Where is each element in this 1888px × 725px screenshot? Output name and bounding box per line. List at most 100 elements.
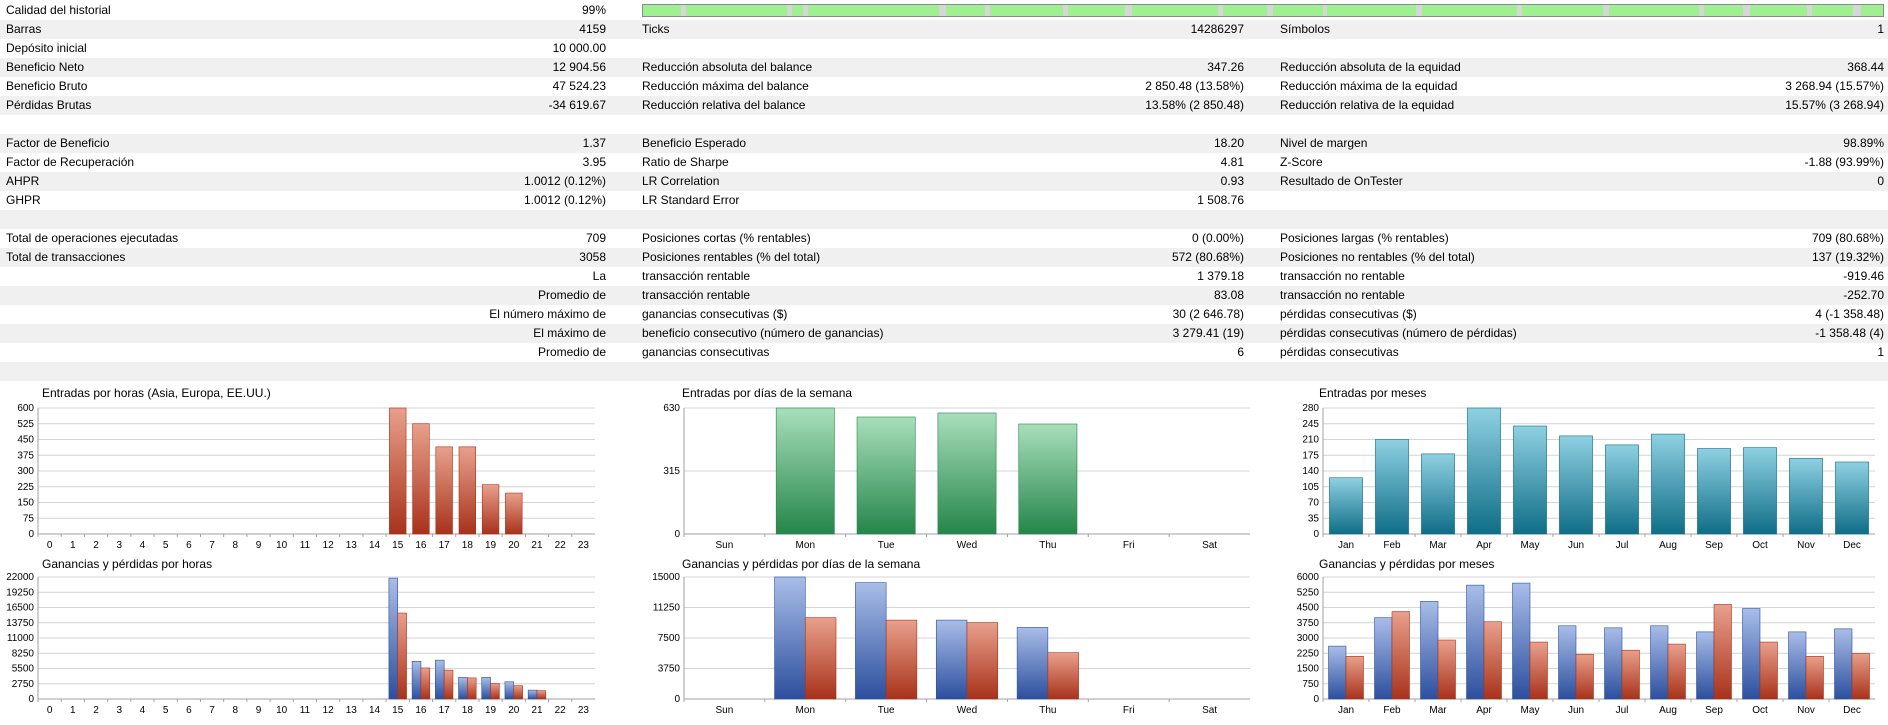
summary-value: 30 (2 646.78) xyxy=(1172,307,1244,321)
summary-value xyxy=(330,115,606,134)
y-tick-label: 245 xyxy=(1302,419,1319,430)
summary-row: AHPR 1.0012 (0.12%) LR Correlation 0.93 Resu… xyxy=(0,172,1888,191)
history-quality-bar xyxy=(642,4,1884,17)
y-tick-label: 0 xyxy=(674,529,680,540)
x-tick-label: 22 xyxy=(555,705,567,716)
chart-entries-by-month-plot: 0 35 70 105 140 175 210 245 280 Jan Feb Mar Apr May Ju… xyxy=(1302,403,1875,551)
y-tick-label: 3000 xyxy=(1297,633,1320,644)
bar xyxy=(1512,582,1531,700)
y-tick-label: 630 xyxy=(663,403,680,414)
summary-value: 1 379.18 xyxy=(1197,269,1244,283)
bar xyxy=(1466,584,1485,700)
x-tick-label: Apr xyxy=(1476,705,1492,716)
bar xyxy=(411,660,422,700)
x-tick-label: 9 xyxy=(256,705,262,716)
x-tick-label: May xyxy=(1521,540,1540,551)
bar xyxy=(1374,617,1393,700)
bar xyxy=(1835,461,1869,535)
summary-value: El máximo de xyxy=(533,326,606,340)
y-tick-label: 22000 xyxy=(6,572,34,583)
summary-value: 98.89% xyxy=(1843,136,1884,150)
bar xyxy=(1742,608,1761,700)
y-tick-label: 375 xyxy=(17,450,34,461)
summary-value: 0.93 xyxy=(1220,174,1244,188)
summary-row: El número máximo de ganancias consecutiva… xyxy=(0,305,1888,324)
summary-value: La xyxy=(592,269,606,283)
x-tick-label: 23 xyxy=(578,540,590,551)
summary-label: Total de operaciones ejecutadas xyxy=(6,231,179,245)
bar xyxy=(490,683,500,700)
bar xyxy=(1391,611,1410,700)
summary-value xyxy=(1640,39,1884,58)
x-tick-label: 1 xyxy=(70,705,76,716)
bar xyxy=(420,667,431,700)
summary-label: Reducción relativa de la equidad xyxy=(1280,98,1455,112)
history-quality-label: Calidad del historial xyxy=(6,3,111,17)
summary-label: Nivel de margen xyxy=(1280,136,1368,150)
chart-entries-by-weekday: Entradas por días de la semana 0 315 630 Su… xyxy=(640,386,1260,556)
summary-label: Ticks xyxy=(642,22,670,36)
x-tick-label: Sat xyxy=(1202,540,1217,551)
summary-label: LR Correlation xyxy=(642,174,720,188)
bar xyxy=(1651,433,1685,535)
x-tick-label: Fri xyxy=(1123,540,1135,551)
x-tick-label: Jun xyxy=(1568,540,1584,551)
x-tick-label: Tue xyxy=(878,705,895,716)
summary-row: Promedio de transacción rentable 83.08 tran… xyxy=(0,286,1888,305)
bar xyxy=(775,407,835,535)
y-tick-label: 750 xyxy=(1302,679,1319,690)
summary-value: 0 xyxy=(1877,174,1884,188)
bar xyxy=(1759,641,1778,700)
bar xyxy=(856,416,916,535)
summary-value: 3 268.94 (15.57%) xyxy=(1785,79,1884,93)
summary-label: Posiciones cortas (% rentables) xyxy=(642,231,811,245)
bar xyxy=(1851,652,1870,700)
summary-value xyxy=(1000,115,1244,134)
y-tick-label: 450 xyxy=(17,435,34,446)
x-tick-label: 14 xyxy=(369,540,381,551)
x-tick-label: Nov xyxy=(1797,540,1815,551)
summary-row xyxy=(0,210,1888,229)
summary-row: Barras 4159 Ticks 14286297 Símbolos 1 xyxy=(0,20,1888,39)
summary-row: GHPR 1.0012 (0.12%) LR Standard Error 1 508… xyxy=(0,191,1888,210)
summary-value: 347.26 xyxy=(1207,60,1244,74)
x-tick-label: Mon xyxy=(796,705,815,716)
summary-label: pérdidas consecutivas ($) xyxy=(1280,307,1417,321)
x-tick-label: Feb xyxy=(1383,540,1401,551)
summary-label: GHPR xyxy=(6,193,41,207)
x-tick-label: 18 xyxy=(462,705,474,716)
bar xyxy=(937,412,997,535)
bar xyxy=(1529,641,1548,700)
bar xyxy=(397,612,407,700)
summary-value: 572 (80.68%) xyxy=(1171,250,1244,264)
x-tick-label: Mar xyxy=(1429,705,1447,716)
x-tick-label: Thu xyxy=(1039,705,1056,716)
chart-entries-by-hour-plot: 0751502253003754505256000 1 2 3 4 5 6 7 8 9 10 11 12… xyxy=(17,403,595,551)
bar xyxy=(435,659,445,700)
summary-value: 1.37 xyxy=(582,136,606,150)
bar xyxy=(513,685,523,700)
bar xyxy=(1605,444,1639,535)
chart-entries-by-month: Entradas por meses 0 35 70 105 140 175 210 245 2… xyxy=(1277,386,1888,556)
summary-value: -1 358.48 (4) xyxy=(1815,326,1884,340)
x-tick-label: Dec xyxy=(1843,705,1861,716)
x-tick-label: 7 xyxy=(209,705,215,716)
bar xyxy=(1697,448,1731,535)
summary-label: Beneficio Esperado xyxy=(642,136,747,150)
summary-value: 18.20 xyxy=(1213,136,1244,150)
summary-row: Factor de Recuperación 3.95 Ratio de Sharp… xyxy=(0,153,1888,172)
summary-label: Depósito inicial xyxy=(6,41,87,55)
x-tick-label: Sun xyxy=(716,705,734,716)
x-tick-label: Nov xyxy=(1797,705,1815,716)
x-tick-label: 7 xyxy=(209,540,215,551)
bar xyxy=(935,619,968,700)
bar xyxy=(1743,447,1777,535)
summary-value: 4159 xyxy=(579,22,606,36)
summary-label: pérdidas consecutivas (número de pérdida… xyxy=(1280,326,1517,340)
x-tick-label: Jun xyxy=(1568,705,1584,716)
y-tick-label: 3750 xyxy=(658,664,681,675)
bar xyxy=(458,677,468,700)
x-tick-label: Oct xyxy=(1752,540,1768,551)
chart-pnl-by-weekday: Ganancias y pérdidas por días de la sema… xyxy=(640,557,1260,722)
bar xyxy=(1328,645,1347,700)
